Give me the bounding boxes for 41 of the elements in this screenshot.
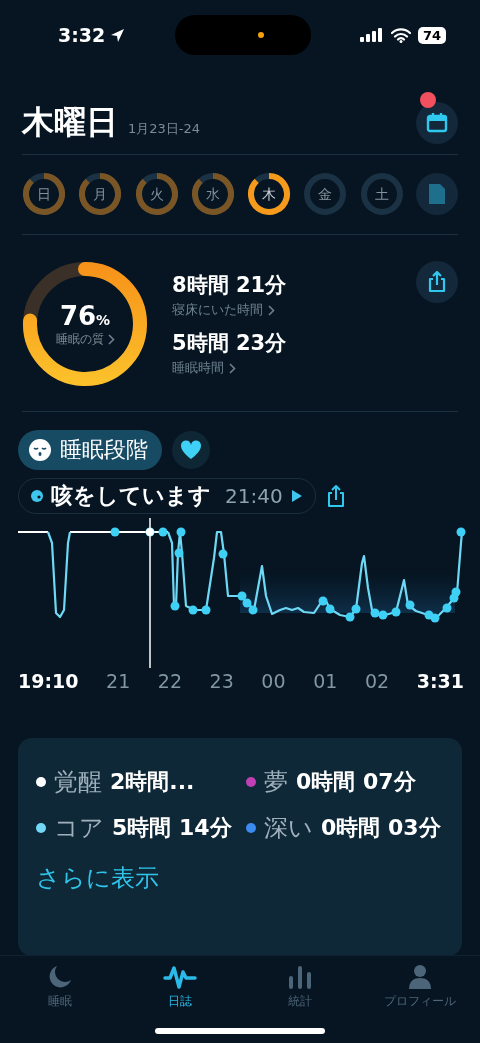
date-range: 1月23日-24: [128, 120, 201, 138]
day-label: 水: [205, 187, 220, 201]
clock-time: 3:32: [58, 24, 106, 46]
time-axis-label: 02: [364, 670, 390, 692]
time-axis-label: 3:31: [416, 670, 464, 692]
stage-duration: 0時間 03分: [321, 814, 441, 842]
event-time: 21:40: [225, 484, 283, 508]
day-label: 金: [318, 187, 333, 201]
tab-item[interactable]: 日誌: [120, 956, 240, 1043]
show-more-link[interactable]: さらに表示: [36, 862, 159, 894]
stage-name: 夢: [264, 767, 288, 798]
day-label: 月: [93, 187, 108, 201]
day-label: 木: [262, 187, 277, 201]
stage-duration: 5時間 14分: [112, 814, 232, 842]
tab-item[interactable]: プロフィール: [360, 956, 480, 1043]
event-label: 咳をしています: [51, 482, 211, 510]
duration-value: 8時間 21分: [172, 273, 287, 297]
metric-label[interactable]: 寝床にいた時間: [172, 301, 263, 319]
time-axis-label: 00: [261, 670, 286, 692]
stage-name: 覚醒: [54, 767, 102, 798]
day-label: 日: [37, 187, 51, 201]
stage-name: 深い: [264, 813, 313, 844]
battery-level: 74: [417, 26, 446, 44]
time-axis-label: 23: [209, 670, 234, 692]
sleep-stage-tab[interactable]: 睡眠段階: [18, 430, 162, 470]
time-axis-label: 22: [157, 670, 182, 692]
metric-label[interactable]: 睡眠時間: [172, 359, 224, 377]
day-title: 木曜日: [22, 102, 118, 143]
time-axis-label: 01: [313, 670, 338, 692]
tab-item[interactable]: 睡眠: [0, 956, 120, 1043]
time-axis-label: 19:10: [18, 670, 79, 692]
day-label: 土: [374, 187, 389, 201]
quality-percent: 76%: [59, 300, 111, 331]
time-axis-label: 21: [106, 670, 131, 692]
stage-duration: 0時間 07分: [296, 768, 416, 796]
stage-duration: 2時間...: [110, 768, 195, 796]
quality-label[interactable]: 睡眠の質: [55, 330, 104, 348]
day-label: 火: [149, 187, 164, 201]
duration-value: 5時間 23分: [172, 331, 287, 355]
tab-item[interactable]: 統計: [240, 956, 360, 1043]
stage-name: コア: [54, 813, 104, 844]
